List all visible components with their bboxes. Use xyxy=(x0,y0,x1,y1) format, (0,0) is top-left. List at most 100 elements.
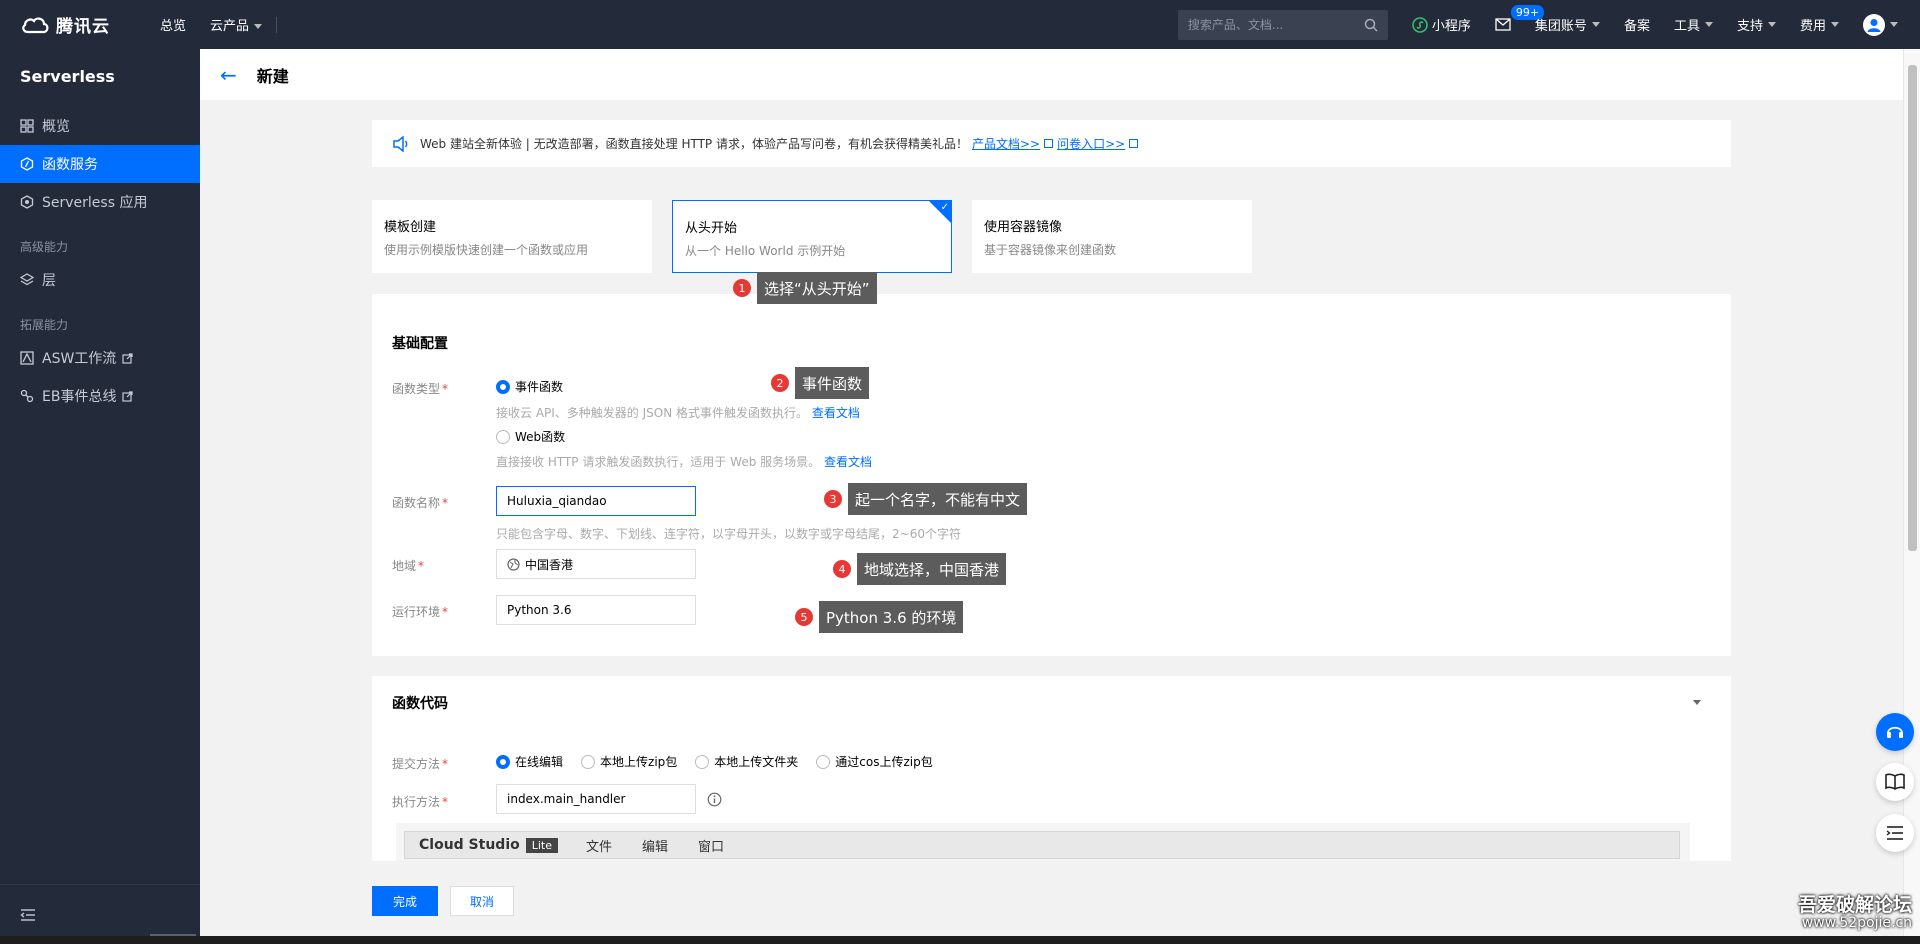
cloud-studio-toolbar: Cloud Studio Lite 文件 编辑 窗口 xyxy=(404,831,1680,859)
sidebar-item-eb[interactable]: EB事件总线 xyxy=(0,377,200,415)
handler-input[interactable]: index.main_handler xyxy=(496,784,696,814)
radio-online-edit[interactable]: 在线编辑 xyxy=(496,753,563,770)
vertical-scrollbar[interactable] xyxy=(1903,49,1920,944)
speaker-icon xyxy=(393,135,408,152)
section-title: 函数代码 xyxy=(392,696,448,712)
workflow-icon xyxy=(20,351,34,365)
annotation-3: 3 起一个名字，不能有中文 xyxy=(824,483,1028,515)
support-menu[interactable]: 支持 xyxy=(1737,15,1776,34)
search-box[interactable] xyxy=(1177,9,1388,40)
product-doc-link[interactable]: 产品文档>> xyxy=(972,135,1040,152)
external-link-icon xyxy=(122,352,133,364)
card-desc: 基于容器镜像来创建函数 xyxy=(984,243,1117,257)
sidebar-item-layer[interactable]: 层 xyxy=(0,261,200,299)
billing-menu[interactable]: 费用 xyxy=(1800,15,1839,34)
nav-overview[interactable]: 总览 xyxy=(160,15,186,34)
filing-link[interactable]: 备案 xyxy=(1624,15,1650,34)
user-menu[interactable] xyxy=(1863,13,1898,36)
annotation-1: 1 选择“从头开始” xyxy=(733,272,877,304)
mini-program-link[interactable]: 小程序 xyxy=(1412,15,1471,34)
group-account-menu[interactable]: 集团账号 xyxy=(1535,15,1600,34)
field-label-text: 运行环境 xyxy=(392,605,441,619)
annotation-text: 选择“从头开始” xyxy=(757,272,877,304)
func-name-input[interactable]: Huluxia_qiandao xyxy=(496,486,696,516)
survey-link[interactable]: 问卷入口>> xyxy=(1057,135,1125,152)
customer-service-button[interactable] xyxy=(1876,713,1914,751)
page-title: 新建 xyxy=(256,66,289,86)
sidebar-item-serverless-app[interactable]: Serverless 应用 xyxy=(0,183,200,221)
required-mark: * xyxy=(442,605,449,619)
field-label-text: 执行方法 xyxy=(392,795,441,809)
radio-upload-folder[interactable]: 本地上传文件夹 xyxy=(695,753,798,770)
back-arrow-icon[interactable]: ← xyxy=(220,63,237,87)
event-func-help: 接收云 API、多种触发器的 JSON 格式事件触发函数执行。 查看文档 xyxy=(496,404,860,421)
outline-button[interactable] xyxy=(1876,814,1914,852)
radio-upload-zip[interactable]: 本地上传zip包 xyxy=(581,753,677,770)
docs-button[interactable] xyxy=(1876,763,1914,801)
editor-menu-edit[interactable]: 编辑 xyxy=(642,836,668,855)
annotation-text: 事件函数 xyxy=(795,367,870,399)
sidebar-item-label: 概览 xyxy=(42,119,70,135)
radio-label: 本地上传zip包 xyxy=(600,755,678,769)
search-input[interactable] xyxy=(1187,17,1348,32)
radio-cos-zip[interactable]: 通过cos上传zip包 xyxy=(816,753,933,770)
globe-icon xyxy=(507,557,520,571)
editor-menu-file[interactable]: 文件 xyxy=(586,836,612,855)
info-icon[interactable] xyxy=(707,792,722,807)
filing-label: 备案 xyxy=(1623,19,1650,34)
field-label-text: 地域 xyxy=(392,559,417,573)
book-icon xyxy=(1885,773,1905,790)
mail-button[interactable]: 99+ xyxy=(1495,3,1547,31)
notice-text: Web 建站全新体验 | 无改造部署，函数直接处理 HTTP 请求，体验产品写问… xyxy=(420,137,968,151)
tools-label: 工具 xyxy=(1673,19,1700,34)
doc-link[interactable]: 查看文档 xyxy=(824,455,872,469)
chevron-down-icon xyxy=(1890,22,1898,27)
doc-link[interactable]: 查看文档 xyxy=(812,406,860,420)
nav-products[interactable]: 云产品 xyxy=(210,15,263,34)
card-from-scratch[interactable]: 从头开始 从一个 Hello World 示例开始 ✓ xyxy=(672,200,952,273)
list-icon xyxy=(1886,826,1903,840)
submit-method-label: 提交方法 * xyxy=(392,755,448,772)
card-template[interactable]: 模板创建 使用示例模版快速创建一个函数或应用 xyxy=(372,200,652,273)
editor-menu-window[interactable]: 窗口 xyxy=(698,836,724,855)
func-name-label: 函数名称 * xyxy=(392,494,448,511)
radio-unchecked xyxy=(695,755,710,769)
scrollbar-thumb[interactable] xyxy=(1908,65,1917,551)
required-mark: * xyxy=(418,559,425,573)
external-link-icon xyxy=(1129,139,1139,148)
sidebar-group-advanced: 高级能力 xyxy=(20,240,69,254)
radio-label: 事件函数 xyxy=(515,380,564,394)
chevron-down-icon xyxy=(1831,22,1839,27)
external-link-icon xyxy=(122,390,134,402)
annotation-number: 5 xyxy=(795,608,813,626)
handler-label: 执行方法 * xyxy=(392,793,448,810)
radio-label: Web函数 xyxy=(515,430,566,444)
collapse-chevron-icon[interactable] xyxy=(1693,700,1701,705)
sidebar-item-functions[interactable]: 函数服务 xyxy=(0,145,200,183)
runtime-select[interactable]: Python 3.6 xyxy=(496,595,696,625)
tools-menu[interactable]: 工具 xyxy=(1674,15,1713,34)
cancel-button[interactable]: 取消 xyxy=(450,886,514,916)
region-value: 中国香港 xyxy=(525,557,574,572)
radio-event-func[interactable]: 事件函数 xyxy=(496,378,563,395)
sidebar-item-label: 函数服务 xyxy=(42,157,98,173)
billing-label: 费用 xyxy=(1799,19,1826,34)
search-icon[interactable] xyxy=(1364,18,1378,32)
radio-label: 本地上传文件夹 xyxy=(714,755,799,769)
sidebar-item-asw[interactable]: ASW工作流 xyxy=(0,339,200,377)
nav-divider xyxy=(276,16,278,33)
event-bus-icon xyxy=(20,389,34,403)
card-title: 使用容器镜像 xyxy=(984,220,1063,235)
radio-web-func[interactable]: Web函数 xyxy=(496,428,565,445)
done-button[interactable]: 完成 xyxy=(372,886,438,916)
brand-logo[interactable]: 腾讯云 xyxy=(20,12,138,37)
check-icon: ✓ xyxy=(940,202,949,213)
submit-method-radios: 在线编辑 本地上传zip包 本地上传文件夹 通过cos上传zip包 xyxy=(496,753,933,770)
card-container-image[interactable]: 使用容器镜像 基于容器镜像来创建函数 xyxy=(972,200,1252,273)
help-text: 直接接收 HTTP 请求触发函数执行，适用于 Web 服务场景。 xyxy=(496,455,821,469)
card-title: 模板创建 xyxy=(384,220,437,235)
sidebar-item-overview[interactable]: 概览 xyxy=(0,107,200,145)
help-text: 接收云 API、多种触发器的 JSON 格式事件触发函数执行。 xyxy=(496,406,809,420)
region-select[interactable]: 中国香港 xyxy=(496,549,696,579)
field-label-text: 函数类型 xyxy=(392,382,441,396)
